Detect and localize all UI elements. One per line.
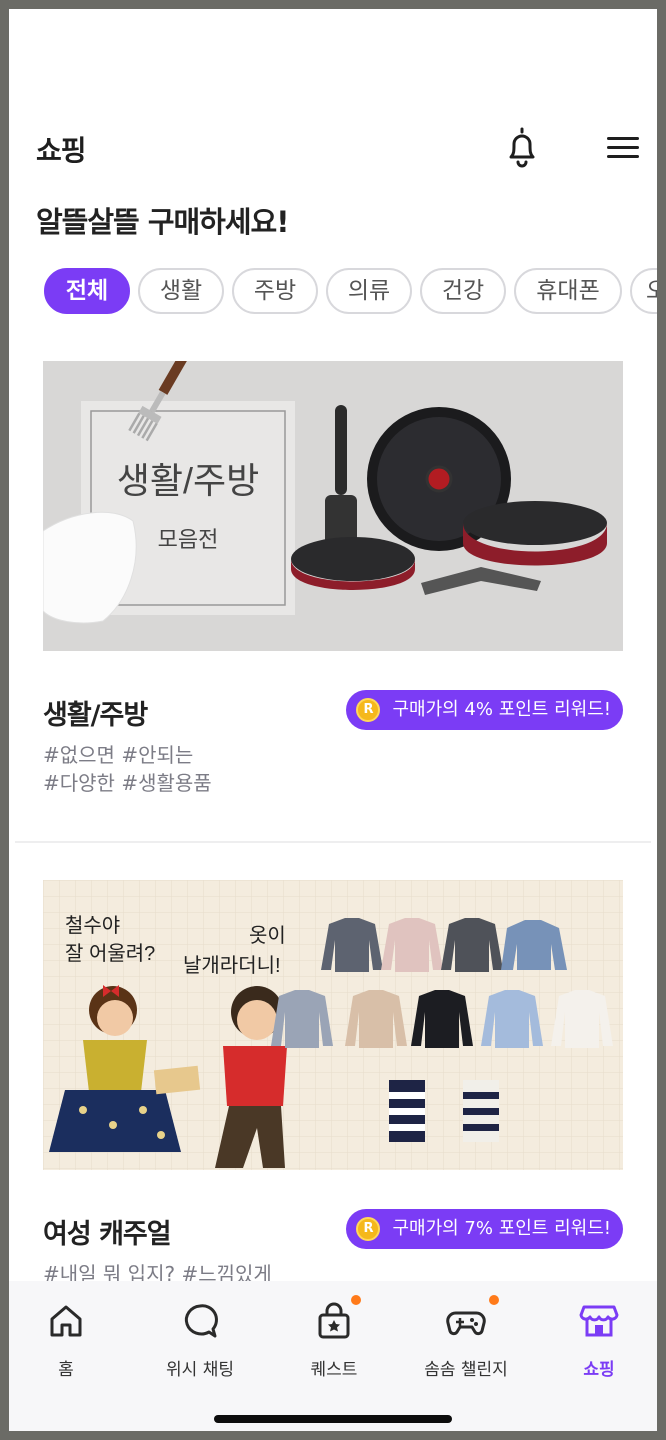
nav-somsom-challenge[interactable]: 솜솜 챌린지	[411, 1295, 521, 1381]
chip-phone[interactable]: 휴대폰	[514, 268, 622, 314]
sweater-row-2	[271, 990, 613, 1048]
nav-label: 홈	[58, 1360, 74, 1380]
page-subtitle: 알뜰살뜰 구매하세요!	[36, 205, 289, 239]
divider	[15, 841, 651, 843]
reward-badge: R 구매가의 4% 포인트 리워드!	[346, 690, 623, 730]
reward-text: 구매가의 7% 포인트 리워드!	[392, 1218, 611, 1239]
nav-label: 위시 채팅	[166, 1360, 234, 1380]
card-title: 여성 캐주얼	[43, 1219, 172, 1250]
chat-bubble-icon	[184, 1304, 218, 1338]
nav-wish-chat[interactable]: 위시 채팅	[145, 1301, 255, 1381]
shopping-screen: 쇼핑 알뜰살뜰 구매하세요! 전체 생활 주방 의류 건강 휴대폰 오 생활/주…	[9, 9, 657, 1431]
reward-text: 구매가의 4% 포인트 리워드!	[392, 699, 611, 720]
banner-living-kitchen[interactable]: 생활/주방 모음전	[43, 361, 623, 651]
hamburger-menu-icon[interactable]	[603, 131, 643, 163]
reward-coin-icon: R	[356, 698, 381, 722]
store-icon	[579, 1305, 619, 1337]
banner-text: 날개라더니!	[183, 954, 281, 977]
nav-home[interactable]: 홈	[11, 1301, 121, 1381]
chip-kitchen[interactable]: 주방	[232, 268, 318, 314]
chip-partial[interactable]: 오	[630, 268, 657, 314]
banner-text: 옷이	[249, 924, 286, 947]
home-indicator	[214, 1415, 452, 1423]
reward-coin-icon: R	[356, 1217, 381, 1241]
card-tags: #없으면 #안되는 #다양한 #생활용품	[43, 741, 212, 797]
banner-text: 잘 어울려?	[65, 942, 155, 965]
home-icon	[50, 1305, 82, 1337]
nav-label: 솜솜 챌린지	[424, 1360, 508, 1380]
category-chips: 전체 생활 주방 의류 건강 휴대폰 오	[44, 268, 657, 316]
chip-all[interactable]: 전체	[44, 268, 130, 314]
gamepad-icon	[446, 1311, 486, 1336]
nav-shopping[interactable]: 쇼핑	[544, 1301, 654, 1381]
notification-dot	[351, 1295, 361, 1305]
banner-subtitle: 모음전	[158, 527, 219, 552]
tags-line: #없으면 #안되는	[43, 743, 194, 767]
chip-health[interactable]: 건강	[420, 268, 506, 314]
nav-quest[interactable]: 퀘스트	[279, 1295, 389, 1381]
chip-clothing[interactable]: 의류	[326, 268, 412, 314]
kitchen-banner-illustration: 생활/주방 모음전	[43, 361, 623, 651]
chip-living[interactable]: 생활	[138, 268, 224, 314]
notification-dot	[489, 1295, 499, 1305]
page-title: 쇼핑	[36, 134, 87, 167]
banner-title: 생활/주방	[117, 460, 259, 501]
tags-line: #다양한 #생활용품	[43, 771, 212, 795]
nav-label: 쇼핑	[583, 1360, 615, 1380]
banner-womens-casual[interactable]: 철수야 잘 어울려? 옷이 날개라더니!	[43, 880, 623, 1170]
banner-text: 철수야	[65, 914, 120, 937]
quest-bag-icon	[318, 1302, 350, 1339]
bottom-navigation: 홈 위시 채팅 퀘스트 솜솜 챌린지 쇼핑	[9, 1281, 657, 1431]
clothing-banner-illustration: 철수야 잘 어울려? 옷이 날개라더니!	[43, 880, 623, 1170]
reward-badge: R 구매가의 7% 포인트 리워드!	[346, 1209, 623, 1249]
notification-bell-icon[interactable]	[502, 125, 542, 169]
header: 쇼핑	[9, 119, 657, 175]
card-title: 생활/주방	[43, 700, 148, 731]
nav-label: 퀘스트	[310, 1360, 358, 1380]
